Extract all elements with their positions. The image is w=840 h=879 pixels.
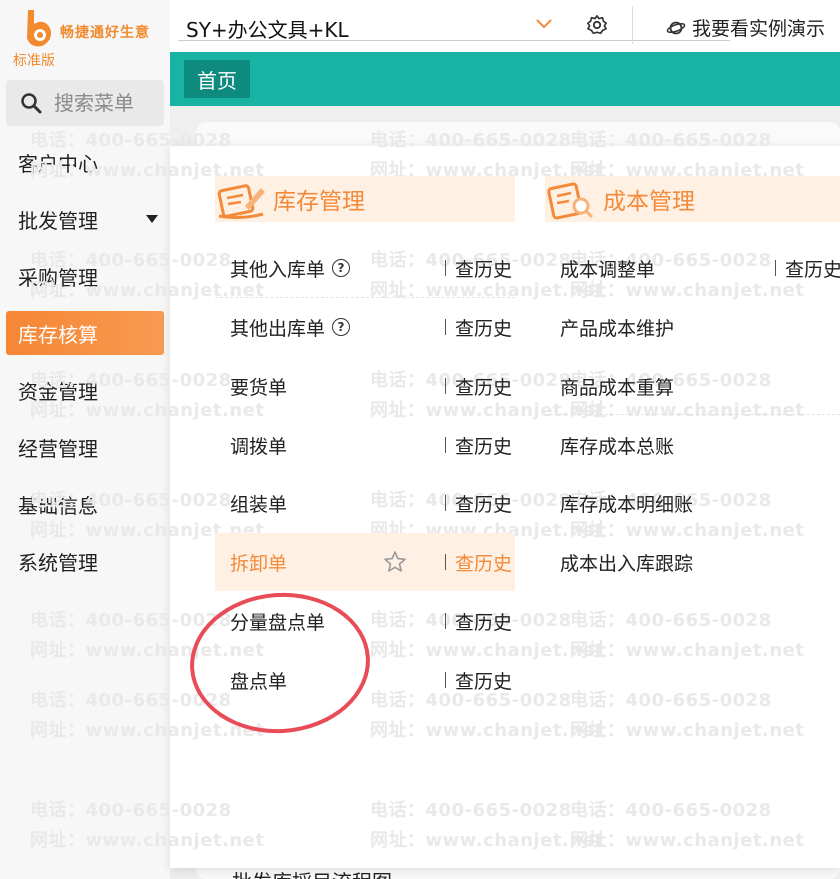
divider <box>445 495 446 511</box>
history-link[interactable]: 查历史 <box>455 490 512 517</box>
history-link[interactable]: 查历史 <box>785 255 840 282</box>
edition-label: 标准版 <box>13 53 55 69</box>
menu-entry-cost-adjustment[interactable]: 成本调整单 查历史 <box>545 239 840 297</box>
menu-entry-goods-cost-recalc[interactable]: 商品成本重算 <box>545 357 840 415</box>
top-bar: SY+办公文具+KL 我要看实例演示 <box>170 0 840 52</box>
menu-entry-transfer[interactable]: 调拨单 查历史 <box>215 416 515 474</box>
entry-label: 成本调整单 <box>560 258 656 281</box>
history-link[interactable]: 查历史 <box>455 608 512 635</box>
history-link[interactable]: 查历史 <box>455 373 512 400</box>
watermark-phone: 电话：400-665-0028 <box>570 610 772 631</box>
history-link[interactable]: 查历史 <box>455 255 512 282</box>
inventory-menu-panel: 电话：400-665-0028 网址：www.chanjet.net 电话：400-… <box>30 130 840 868</box>
section-title: 库存管理 <box>273 189 365 215</box>
entry-label: 商品成本重算 <box>560 376 675 399</box>
divider <box>445 437 446 453</box>
gear-icon[interactable] <box>586 14 608 36</box>
menu-entry-product-cost-maintenance[interactable]: 产品成本维护 <box>545 298 840 356</box>
help-icon[interactable]: ? <box>332 259 350 277</box>
entry-label: 调拨单 <box>230 435 288 458</box>
demo-link-label: 我要看实例演示 <box>692 18 826 40</box>
entry-label: 库存成本总账 <box>560 435 675 458</box>
watermark-phone: 电话：400-665-0028 <box>370 130 572 151</box>
sidebar-item-operations[interactable]: 经营管理 <box>0 419 170 476</box>
watermark-phone: 电话：400-665-0028 <box>30 490 232 511</box>
help-icon[interactable]: ? <box>332 318 350 336</box>
entry-label: 产品成本维护 <box>560 317 675 340</box>
watermark-phone: 电话：400-665-0028 <box>30 370 232 391</box>
sidebar-item-inventory-accounting[interactable]: 库存核算 <box>6 311 164 355</box>
sidebar-item-label: 系统管理 <box>18 551 98 575</box>
sidebar-item-label: 批发管理 <box>18 209 98 233</box>
divider <box>445 319 446 335</box>
app-logo[interactable]: 畅捷通好生意 标准版 <box>10 6 170 69</box>
watermark-phone: 电话：400-665-0028 <box>570 130 772 151</box>
company-selector[interactable]: SY+办公文具+KL <box>186 14 349 43</box>
entry-label: 要货单 <box>230 376 288 399</box>
menu-entry-other-inbound[interactable]: 其他入库单 ? 查历史 <box>215 239 515 297</box>
watermark-phone: 电话：400-665-0028 <box>370 800 572 821</box>
watermark-site: 网址：www.chanjet.net <box>570 720 805 741</box>
divider <box>445 260 446 276</box>
logo-text: 畅捷通好生意 <box>60 25 150 41</box>
watermark-phone: 电话：400-665-0028 <box>570 690 772 711</box>
divider <box>445 672 446 688</box>
document-search-icon <box>547 182 594 220</box>
history-link[interactable]: 查历史 <box>455 432 512 459</box>
entry-label: 成本出入库跟踪 <box>560 552 694 575</box>
tab-bar: 首页 <box>170 52 840 106</box>
demo-link[interactable]: 我要看实例演示 <box>666 14 825 41</box>
section-title: 成本管理 <box>603 189 695 215</box>
menu-entry-inventory-cost-detail[interactable]: 库存成本明细账 <box>545 474 840 532</box>
watermark-phone: 电话：400-665-0028 <box>30 130 232 151</box>
entry-label: 其他入库单 <box>230 258 326 281</box>
divider <box>545 414 840 415</box>
watermark-phone: 电话：400-665-0028 <box>30 610 232 631</box>
sidebar-item-label: 经营管理 <box>18 437 98 461</box>
menu-entry-cost-io-tracking[interactable]: 成本出入库跟踪 <box>545 533 840 591</box>
divider <box>178 40 730 41</box>
sidebar-item-label: 库存核算 <box>18 322 98 347</box>
section-header-inventory: 库存管理 <box>215 176 515 222</box>
caret-down-icon <box>146 215 158 223</box>
watermark-phone: 电话：400-665-0028 <box>570 800 772 821</box>
divider <box>445 554 446 570</box>
entry-label: 库存成本明细账 <box>560 493 694 516</box>
watermark-phone: 电话：400-665-0028 <box>30 250 232 271</box>
history-link[interactable]: 查历史 <box>455 314 512 341</box>
search-icon <box>21 93 42 114</box>
sidebar-item-wholesale[interactable]: 批发管理 <box>0 191 170 248</box>
section-header-cost: 成本管理 <box>545 176 840 222</box>
divider <box>445 613 446 629</box>
watermark-site: 网址：www.chanjet.net <box>30 830 265 851</box>
search-input[interactable] <box>54 91 164 115</box>
divider <box>445 378 446 394</box>
planet-icon <box>666 21 686 34</box>
menu-entry-other-outbound[interactable]: 其他出库单 ? 查历史 <box>215 298 515 356</box>
tab-home[interactable]: 首页 <box>184 60 250 98</box>
divider <box>775 260 776 276</box>
history-link[interactable]: 查历史 <box>455 667 512 694</box>
watermark-phone: 电话：400-665-0028 <box>30 800 232 821</box>
menu-entry-inventory-cost-ledger[interactable]: 库存成本总账 <box>545 416 840 474</box>
history-link[interactable]: 查历史 <box>455 549 512 576</box>
logo-icon <box>27 10 51 47</box>
menu-search[interactable] <box>6 80 164 126</box>
watermark-site: 网址：www.chanjet.net <box>570 830 805 851</box>
menu-entry-disassembly[interactable]: 拆卸单 查历史 <box>215 533 515 591</box>
divider <box>632 6 633 44</box>
notepad-pencil-icon <box>217 184 265 220</box>
menu-entry-requisition[interactable]: 要货单 查历史 <box>215 357 515 415</box>
watermark-site: 网址：www.chanjet.net <box>570 640 805 661</box>
star-icon[interactable] <box>383 550 407 574</box>
entry-label: 组装单 <box>230 493 288 516</box>
menu-entry-assembly[interactable]: 组装单 查历史 <box>215 474 515 532</box>
entry-label: 拆卸单 <box>230 552 288 575</box>
chevron-down-icon[interactable] <box>534 14 554 34</box>
entry-label: 其他出库单 <box>230 317 326 340</box>
